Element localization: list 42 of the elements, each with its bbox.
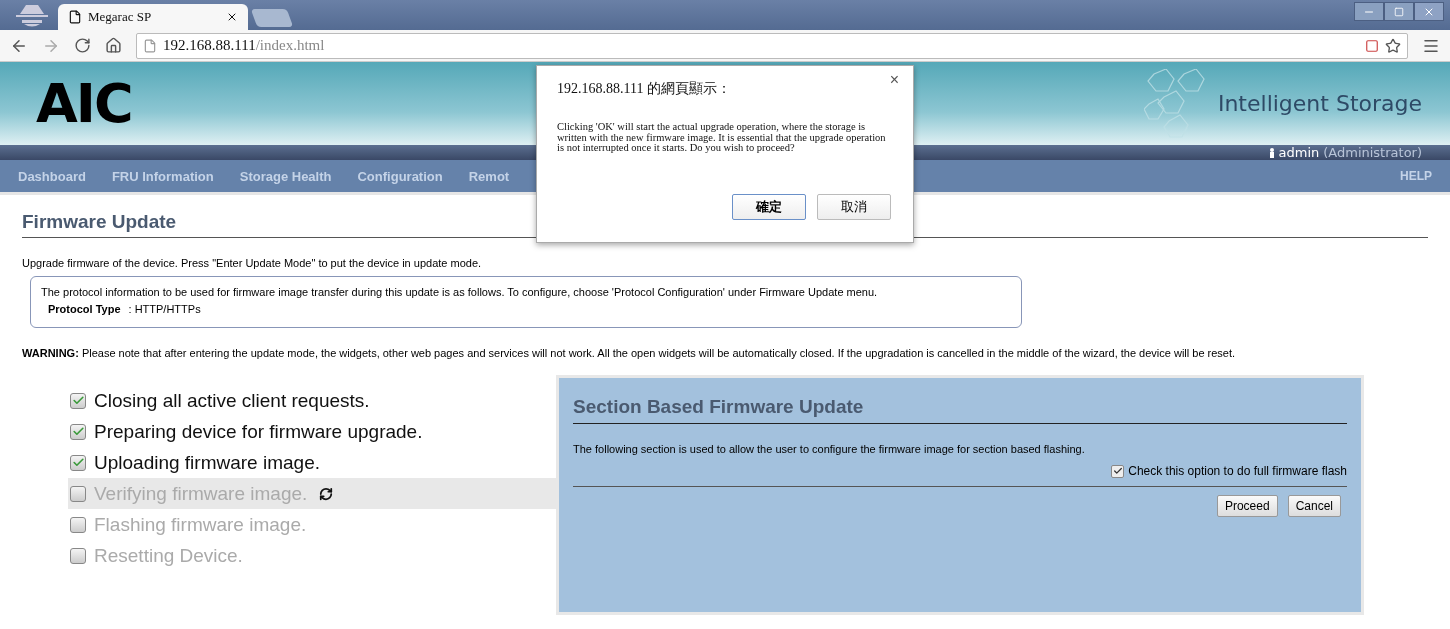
section-description: The following section is used to allow the user to configure the firmware image for section based flashing.: [573, 442, 1086, 456]
protocol-value: : HTTP/HTTPs: [128, 303, 201, 315]
minimize-button[interactable]: [1354, 2, 1384, 21]
section-title: Section Based Firmware Update: [573, 396, 1347, 424]
option-label: Check this option to do full firmware flash: [1128, 464, 1347, 478]
url-text: 192.168.88.111/index.html: [163, 37, 325, 54]
page-icon: [143, 38, 157, 53]
step-label: Resetting Device.: [94, 544, 243, 567]
dialog-title: 192.168.88.111 的網頁顯示：: [557, 80, 732, 98]
dialog-message: Clicking 'OK' will start the actual upgrade operation, where the storage is written with the new firmware image. It is essential that the upgrade operation is not interrupted once it starts. Do you wish to proceed?: [557, 122, 887, 154]
step-label: Uploading firmware image.: [94, 451, 320, 474]
reload-icon[interactable]: [74, 37, 91, 54]
intro-text: Upgrade firmware of the device. Press "Enter Update Mode" to put the device in update mode.: [22, 256, 483, 270]
cancel-button[interactable]: 取消: [817, 194, 891, 220]
refresh-icon: [319, 486, 334, 501]
maximize-button[interactable]: [1384, 2, 1414, 21]
panel-button[interactable]: Proceed: [1216, 495, 1278, 517]
page-icon: [68, 10, 82, 24]
close-icon[interactable]: [226, 11, 238, 23]
close-button[interactable]: ×: [883, 70, 905, 90]
maximize-icon: [1394, 6, 1404, 17]
protocol-label: Protocol Type: [48, 303, 121, 315]
warning-text: WARNING: Please note that after entering the update mode, the widgets, other web pages and services will not work. All the open widgets will be automatically closed. If the upgradation is cancelled in the middle of the wizard, the device will be reset.: [22, 346, 1237, 360]
step-label: Closing all active client requests.: [94, 389, 370, 412]
brand-name: Intelligent Storage: [1217, 91, 1422, 116]
step-label: Flashing firmware image.: [94, 513, 307, 536]
address-field[interactable]: 192.168.88.111/index.html: [136, 32, 1408, 59]
protocol-info-text: The protocol information to be used for firmware image transfer during this update is as follows. To configure, choose 'Protocol Configuration' under Firmware Update menu.: [41, 285, 879, 299]
new-tab-button[interactable]: [250, 9, 294, 27]
panel-button[interactable]: Cancel: [1287, 495, 1341, 517]
browser-tab[interactable]: Megarac SP: [58, 4, 248, 30]
close-button[interactable]: [1414, 2, 1444, 21]
user-name: admin: [1278, 145, 1320, 160]
full-flash-checkbox[interactable]: [1111, 464, 1125, 478]
ok-button[interactable]: 確定: [732, 194, 806, 220]
step-label: Preparing device for firmware upgrade.: [94, 420, 423, 443]
home-icon[interactable]: [105, 37, 122, 54]
logo: AIC: [36, 72, 132, 135]
star-icon[interactable]: [1385, 37, 1401, 54]
user-icon: [1268, 147, 1275, 158]
step-label: Verifying firmware image.: [94, 482, 308, 505]
user-role: (Administrator): [1323, 145, 1422, 160]
